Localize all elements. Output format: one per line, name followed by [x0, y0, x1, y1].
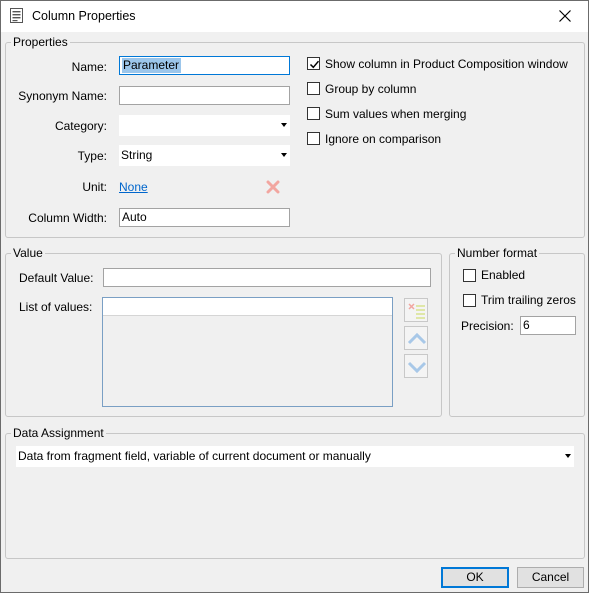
- data-assignment-dropdown[interactable]: Data from fragment field, variable of cu…: [16, 446, 574, 467]
- unit-label: Unit:: [82, 180, 107, 194]
- unit-link[interactable]: None: [119, 180, 148, 194]
- window-title: Column Properties: [32, 9, 136, 23]
- synonym-name-field[interactable]: [119, 86, 290, 105]
- trim-trailing-zeros-label: Trim trailing zeros: [481, 293, 576, 307]
- chevron-down-icon: [565, 454, 571, 458]
- type-label: Type:: [77, 149, 107, 163]
- value-group-label: Value: [11, 246, 45, 260]
- default-value-label: Default Value:: [19, 271, 94, 285]
- move-up-button[interactable]: [404, 326, 428, 350]
- precision-label: Precision:: [461, 319, 514, 333]
- checkmark-icon: [309, 60, 320, 69]
- sum-values-label: Sum values when merging: [325, 107, 467, 121]
- title-bar: Column Properties: [1, 1, 588, 32]
- type-dropdown[interactable]: String: [119, 145, 290, 166]
- name-field[interactable]: Parameter: [119, 56, 290, 75]
- default-value-field[interactable]: [103, 268, 431, 287]
- document-properties-icon: [10, 8, 24, 24]
- category-label: Category:: [54, 119, 107, 133]
- number-format-group-label: Number format: [455, 246, 540, 260]
- close-icon: [559, 10, 571, 22]
- delete-value-button[interactable]: [404, 298, 428, 322]
- type-value: String: [121, 148, 153, 162]
- properties-group-label: Properties: [11, 35, 70, 49]
- checkbox-box[interactable]: [307, 107, 320, 120]
- list-of-values[interactable]: [102, 297, 393, 407]
- name-label: Name:: [71, 60, 107, 74]
- data-assignment-group-label: Data Assignment: [11, 426, 106, 440]
- checkbox-box[interactable]: [463, 294, 476, 307]
- delete-list-icon: [408, 303, 425, 319]
- group-by-column-label: Group by column: [325, 82, 417, 96]
- list-header-row[interactable]: [103, 298, 392, 316]
- cancel-button[interactable]: Cancel: [517, 567, 584, 588]
- column-properties-dialog: Column Properties Properties Name: Param…: [0, 0, 589, 593]
- category-dropdown[interactable]: [119, 115, 290, 136]
- clear-unit-icon[interactable]: [266, 180, 280, 194]
- column-width-field[interactable]: Auto: [119, 208, 290, 227]
- column-width-label: Column Width:: [28, 211, 107, 225]
- precision-field[interactable]: 6: [520, 316, 576, 335]
- chevron-down-icon: [281, 123, 287, 127]
- arrow-up-icon: [407, 332, 427, 345]
- checkbox-box[interactable]: [307, 82, 320, 95]
- checkbox-box[interactable]: [307, 57, 320, 70]
- synonym-name-label: Synonym Name:: [18, 89, 107, 103]
- enabled-label: Enabled: [481, 268, 526, 282]
- name-field-value: Parameter: [122, 58, 182, 73]
- arrow-down-icon: [407, 361, 427, 374]
- ignore-comparison-label: Ignore on comparison: [325, 132, 442, 146]
- close-button[interactable]: [542, 1, 588, 32]
- ok-button[interactable]: OK: [441, 567, 509, 588]
- data-assignment-value: Data from fragment field, variable of cu…: [18, 449, 371, 463]
- show-column-label: Show column in Product Composition windo…: [325, 57, 568, 71]
- move-down-button[interactable]: [404, 354, 428, 378]
- list-of-values-label: List of values:: [19, 300, 93, 314]
- chevron-down-icon: [281, 153, 287, 157]
- checkbox-box[interactable]: [307, 132, 320, 145]
- checkbox-box[interactable]: [463, 269, 476, 282]
